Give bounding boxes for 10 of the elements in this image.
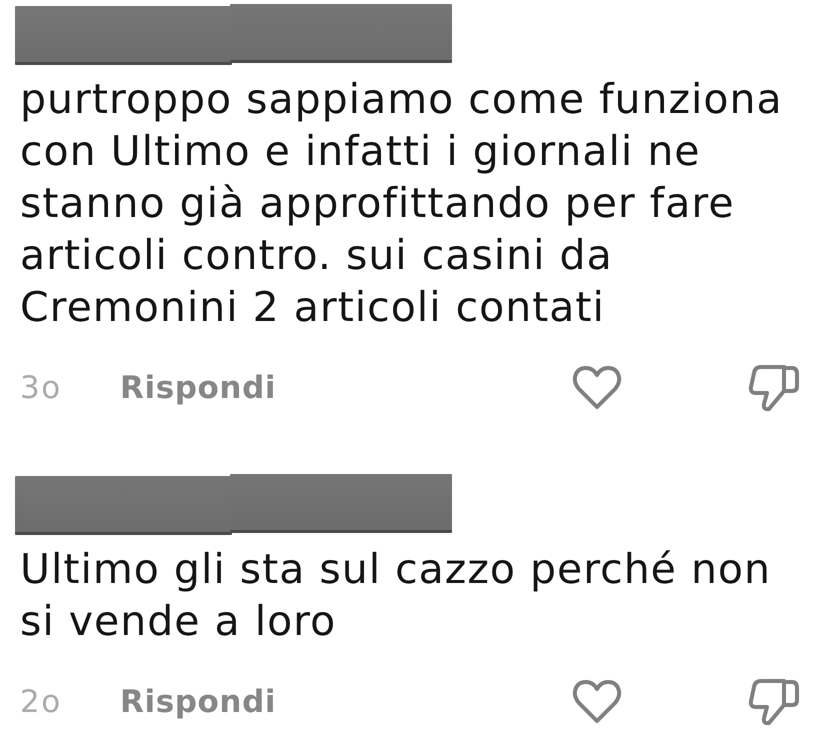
reply-button[interactable]: Rispondi	[120, 370, 276, 406]
thumbs-down-icon[interactable]	[748, 363, 800, 413]
timestamp: 3o	[20, 370, 63, 406]
reply-button[interactable]: Rispondi	[120, 684, 276, 720]
comment-text: purtroppo sappiamo come funziona con Ultimo e infatti i giornali ne stanno già approfittando per fare articoli contro. sui casini da Cremonini 2 articoli contati	[20, 74, 784, 333]
heart-icon[interactable]	[572, 679, 622, 725]
thumbs-down-icon[interactable]	[748, 677, 800, 727]
timestamp: 2o	[20, 684, 63, 720]
heart-icon[interactable]	[572, 365, 622, 411]
comment-text: Ultimo gli sta sul cazzo perché non si vende a loro	[20, 544, 772, 647]
